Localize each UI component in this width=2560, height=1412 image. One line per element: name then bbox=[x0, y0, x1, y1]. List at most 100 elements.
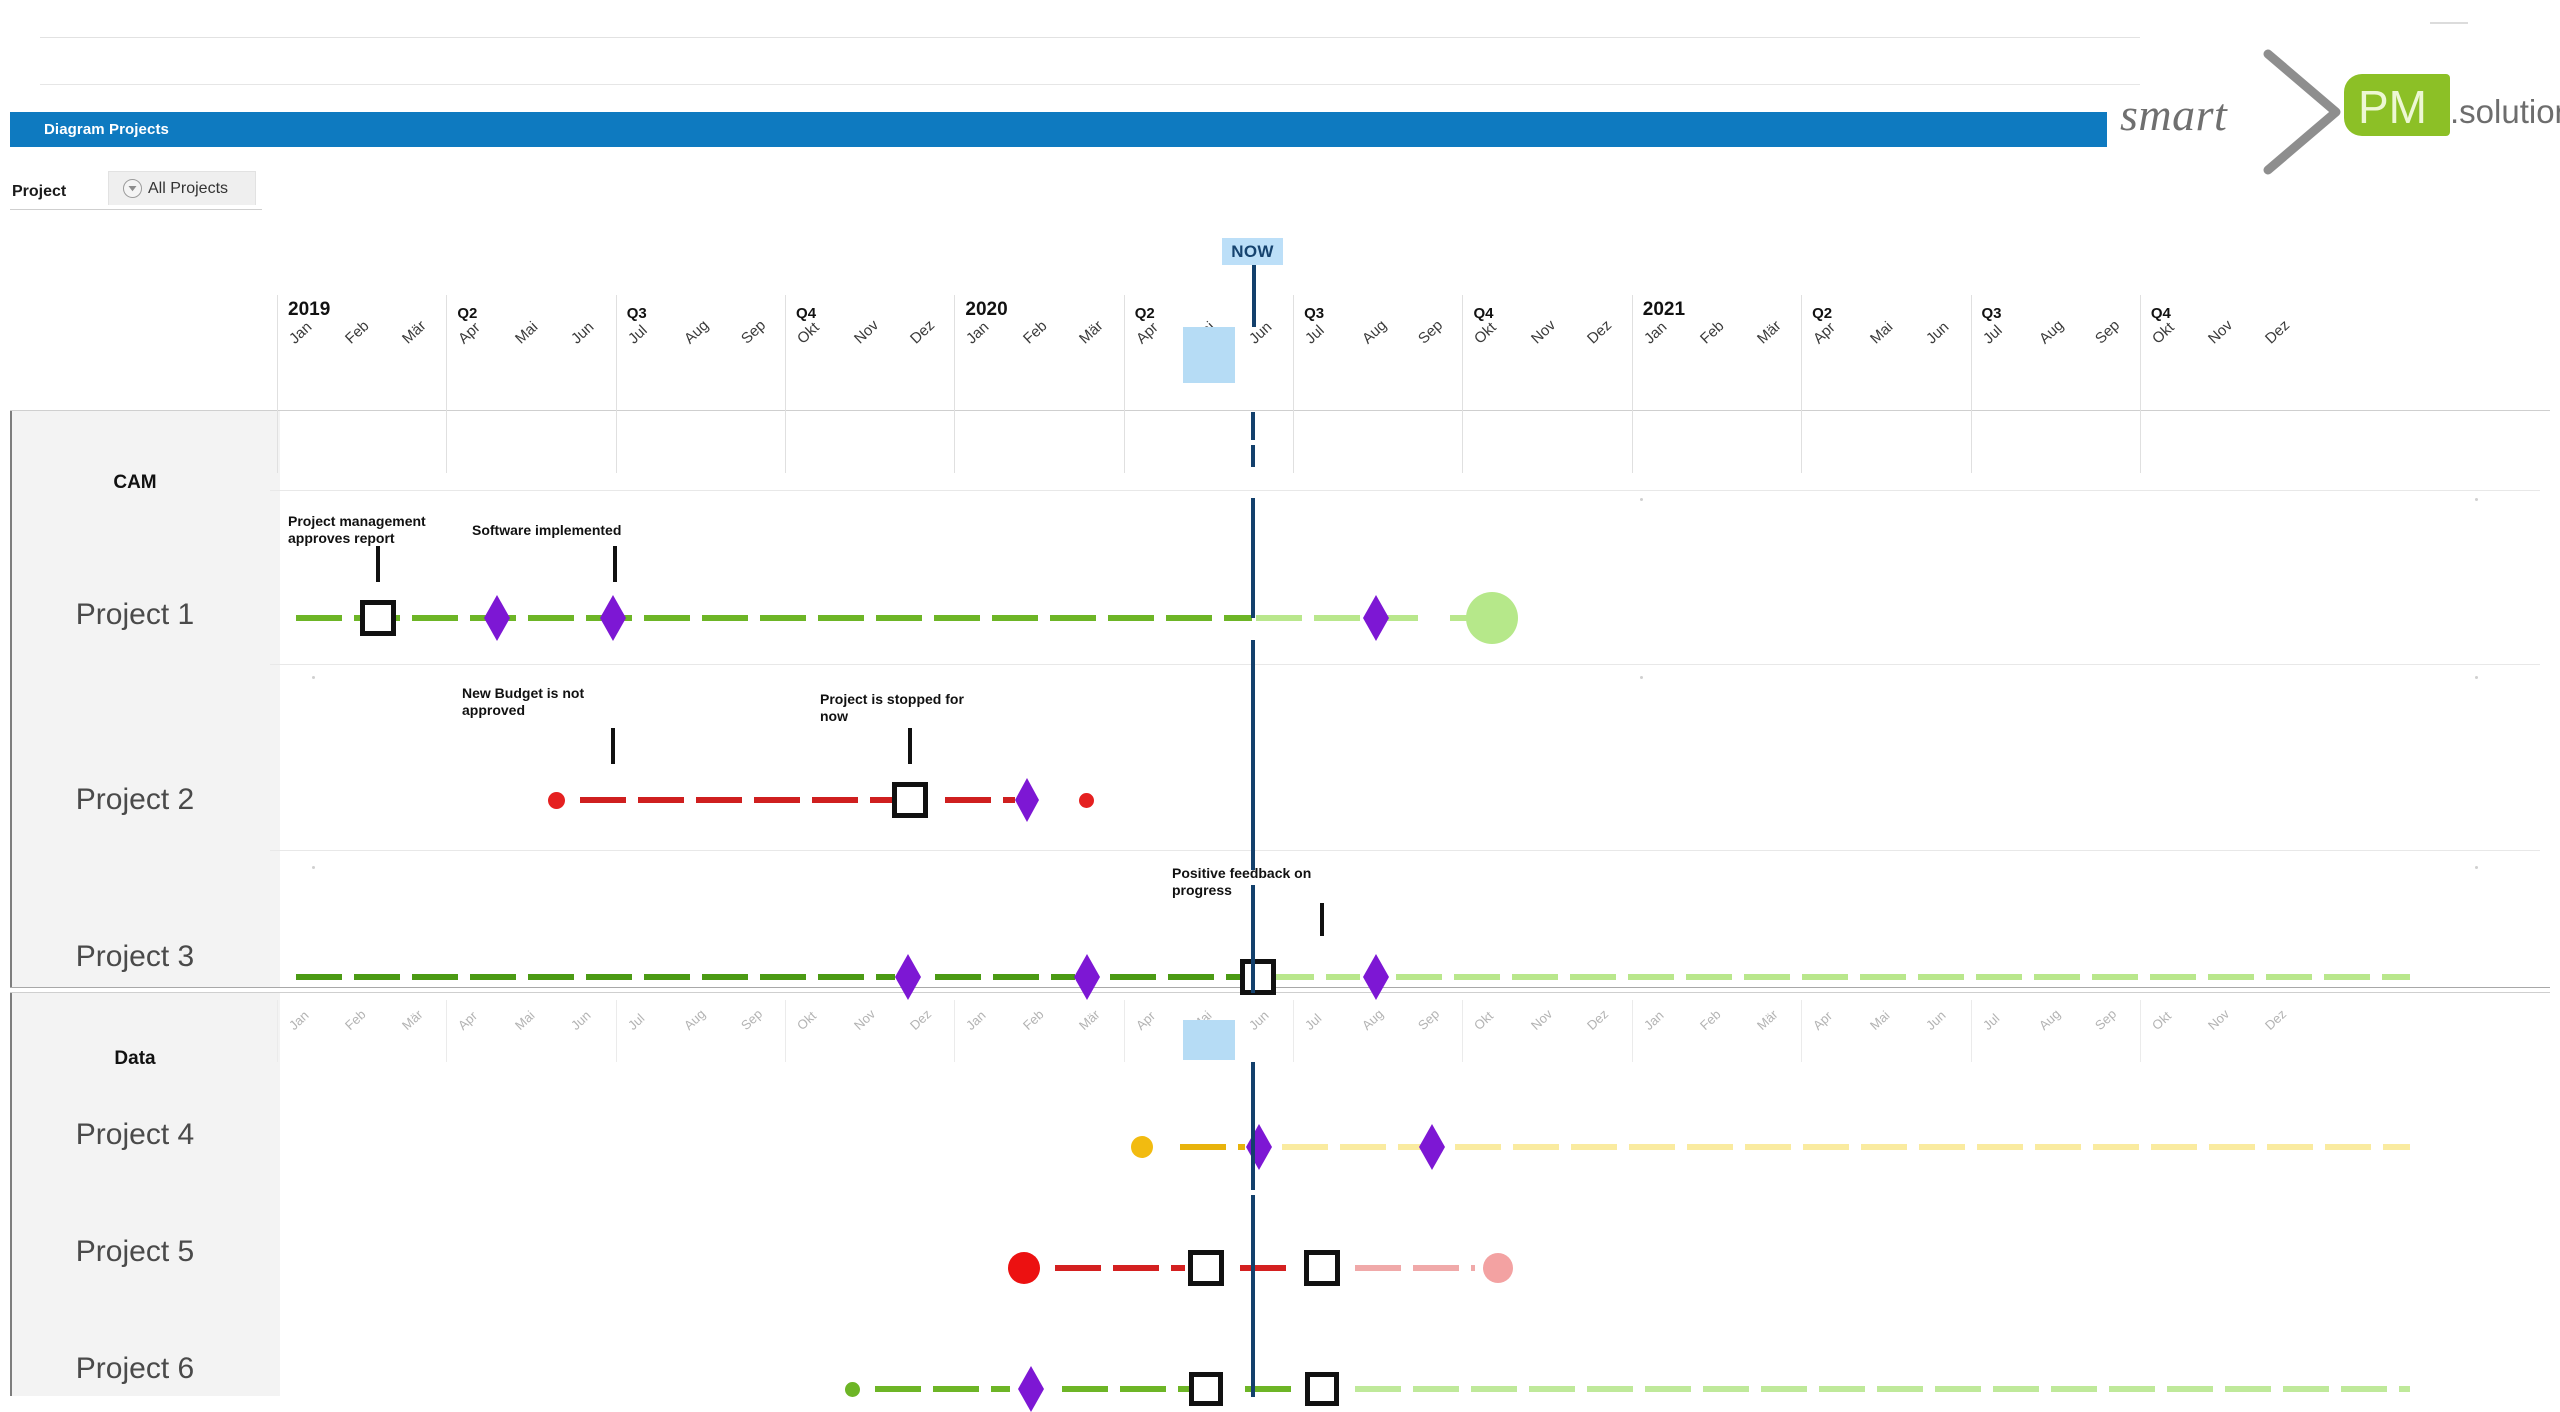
section-cam-label-column bbox=[10, 411, 280, 987]
timeline-bar-segment bbox=[644, 974, 690, 980]
row-label-project-4: Project 4 bbox=[75, 1118, 195, 1151]
timeline-bar-segment bbox=[296, 974, 342, 980]
phase-end-circle bbox=[1466, 592, 1518, 644]
axis-quarter-label: Q2 bbox=[1134, 305, 1155, 322]
phase-start-circle bbox=[1131, 1136, 1153, 1158]
now-vertical-line bbox=[1251, 412, 1255, 440]
timeline-bar-segment bbox=[1113, 1265, 1159, 1271]
milestone-square bbox=[1304, 1250, 1340, 1286]
timeline-bar-segment bbox=[1861, 1144, 1907, 1150]
axis-quarter-separator bbox=[1801, 295, 1803, 473]
timeline-bar-segment bbox=[354, 974, 400, 980]
annotation-text: Project management approves report bbox=[288, 513, 426, 547]
timeline-bar-segment bbox=[1355, 1265, 1401, 1271]
timeline-bar-segment bbox=[702, 974, 748, 980]
timeline-bar-segment bbox=[1744, 974, 1790, 980]
now-vertical-line bbox=[1251, 760, 1255, 870]
timeline-bar-segment bbox=[1703, 1386, 1749, 1392]
timeline-bar-segment bbox=[644, 615, 690, 621]
grid-speckle bbox=[312, 676, 315, 679]
timeline-bar-segment bbox=[934, 615, 980, 621]
axis-quarter-label: Q4 bbox=[796, 305, 817, 322]
phase-start-circle bbox=[844, 1381, 860, 1397]
timeline-bar-segment bbox=[2382, 974, 2410, 980]
grid-speckle bbox=[2475, 498, 2478, 501]
axis-quarter-separator bbox=[785, 295, 787, 473]
timeline-bar-segment bbox=[2267, 1144, 2313, 1150]
timeline-bar-segment bbox=[1802, 974, 1848, 980]
timeline-bar-segment bbox=[1120, 1386, 1166, 1392]
axis-quarter-separator bbox=[954, 1000, 956, 1062]
timeline-bar-segment bbox=[1629, 1144, 1675, 1150]
timeline-bar-segment bbox=[1471, 1265, 1475, 1271]
grid-speckle bbox=[2475, 866, 2478, 869]
timeline-bar-segment bbox=[1745, 1144, 1791, 1150]
timeline-bar-segment bbox=[702, 615, 748, 621]
timeline-bar-segment bbox=[875, 1386, 921, 1392]
timeline-bar-segment bbox=[528, 974, 574, 980]
phase-end-circle bbox=[1483, 1253, 1513, 1283]
row-label-project-1: Project 1 bbox=[75, 598, 195, 631]
now-month-highlight bbox=[1183, 327, 1236, 383]
timeline-bar-segment bbox=[1062, 1386, 1108, 1392]
annotation-text: Software implemented bbox=[472, 522, 622, 538]
timeline-bar-segment bbox=[991, 1386, 1010, 1392]
timeline-bar-segment bbox=[1628, 974, 1674, 980]
timeline-bar-segment bbox=[754, 797, 800, 803]
timeline-bar-segment bbox=[1166, 615, 1212, 621]
timeline-bar-segment bbox=[1051, 974, 1075, 980]
timeline-bar-segment bbox=[945, 797, 991, 803]
milestone-square bbox=[1189, 1372, 1223, 1406]
row-label-project-3: Project 3 bbox=[75, 940, 195, 973]
section-data bbox=[10, 992, 2550, 1397]
timeline-bar-segment bbox=[1687, 1144, 1733, 1150]
axis-quarter-label: Q4 bbox=[1473, 305, 1494, 322]
timeline-bar-segment bbox=[1226, 974, 1240, 980]
axis-quarter-label: Q4 bbox=[2150, 305, 2171, 322]
annotation-leader-line bbox=[1320, 903, 1324, 936]
annotation-text: Positive feedback on progress bbox=[1172, 865, 1312, 899]
timeline-bar-segment bbox=[1513, 1144, 1559, 1150]
timeline-bar-segment bbox=[696, 797, 742, 803]
annotation-leader-line bbox=[908, 728, 912, 764]
grid-speckle bbox=[1640, 676, 1643, 679]
timeline-bar-segment bbox=[1108, 615, 1154, 621]
timeline-bar-segment bbox=[2051, 1386, 2097, 1392]
axis-quarter-separator bbox=[1631, 295, 1633, 473]
axis-quarter-separator bbox=[1123, 295, 1125, 473]
timeline-bar-segment bbox=[935, 974, 981, 980]
timeline-bar-segment bbox=[2325, 1144, 2371, 1150]
row-label-project-2: Project 2 bbox=[75, 783, 195, 816]
axis-quarter-label: Q3 bbox=[1981, 305, 2002, 322]
timeline-bar-segment bbox=[1224, 615, 1252, 621]
timeline-bar-segment bbox=[1168, 974, 1214, 980]
timeline-bar-segment bbox=[876, 974, 895, 980]
axis-year-label: 2019 bbox=[288, 299, 331, 320]
phase-start-circle bbox=[547, 791, 565, 809]
timeline-bar-segment bbox=[760, 974, 806, 980]
now-badge-label: NOW bbox=[1231, 241, 1274, 261]
timeline-bar-segment bbox=[1340, 1144, 1386, 1150]
phase-end-circle bbox=[1078, 792, 1094, 808]
timeline-bar-segment bbox=[528, 615, 574, 621]
milestone-square bbox=[1240, 959, 1276, 995]
axis-quarter-separator bbox=[1462, 295, 1464, 473]
axis-quarter-separator bbox=[1293, 1000, 1295, 1062]
timeline-bar-segment bbox=[2208, 974, 2254, 980]
timeline-bar-segment bbox=[2341, 1386, 2387, 1392]
axis-quarter-separator bbox=[1293, 295, 1295, 473]
timeline-bar-segment bbox=[1171, 1265, 1185, 1271]
annotation-text: New Budget is not approved bbox=[462, 685, 585, 719]
axis-quarter-label: Q3 bbox=[626, 305, 647, 322]
grid-speckle bbox=[2475, 676, 2478, 679]
milestone-square bbox=[892, 782, 928, 818]
axis-quarter-separator bbox=[277, 1000, 278, 1062]
now-badge: NOW bbox=[1222, 238, 1283, 265]
axis-year-label: 2021 bbox=[1642, 299, 1686, 320]
timeline-bar-segment bbox=[2167, 1386, 2213, 1392]
timeline-bar-segment bbox=[412, 974, 458, 980]
timeline-bar-segment bbox=[1413, 1386, 1459, 1392]
now-vertical-line bbox=[1251, 1195, 1255, 1315]
axis-quarter-separator bbox=[446, 1000, 448, 1062]
timeline-bar-segment bbox=[2225, 1386, 2271, 1392]
